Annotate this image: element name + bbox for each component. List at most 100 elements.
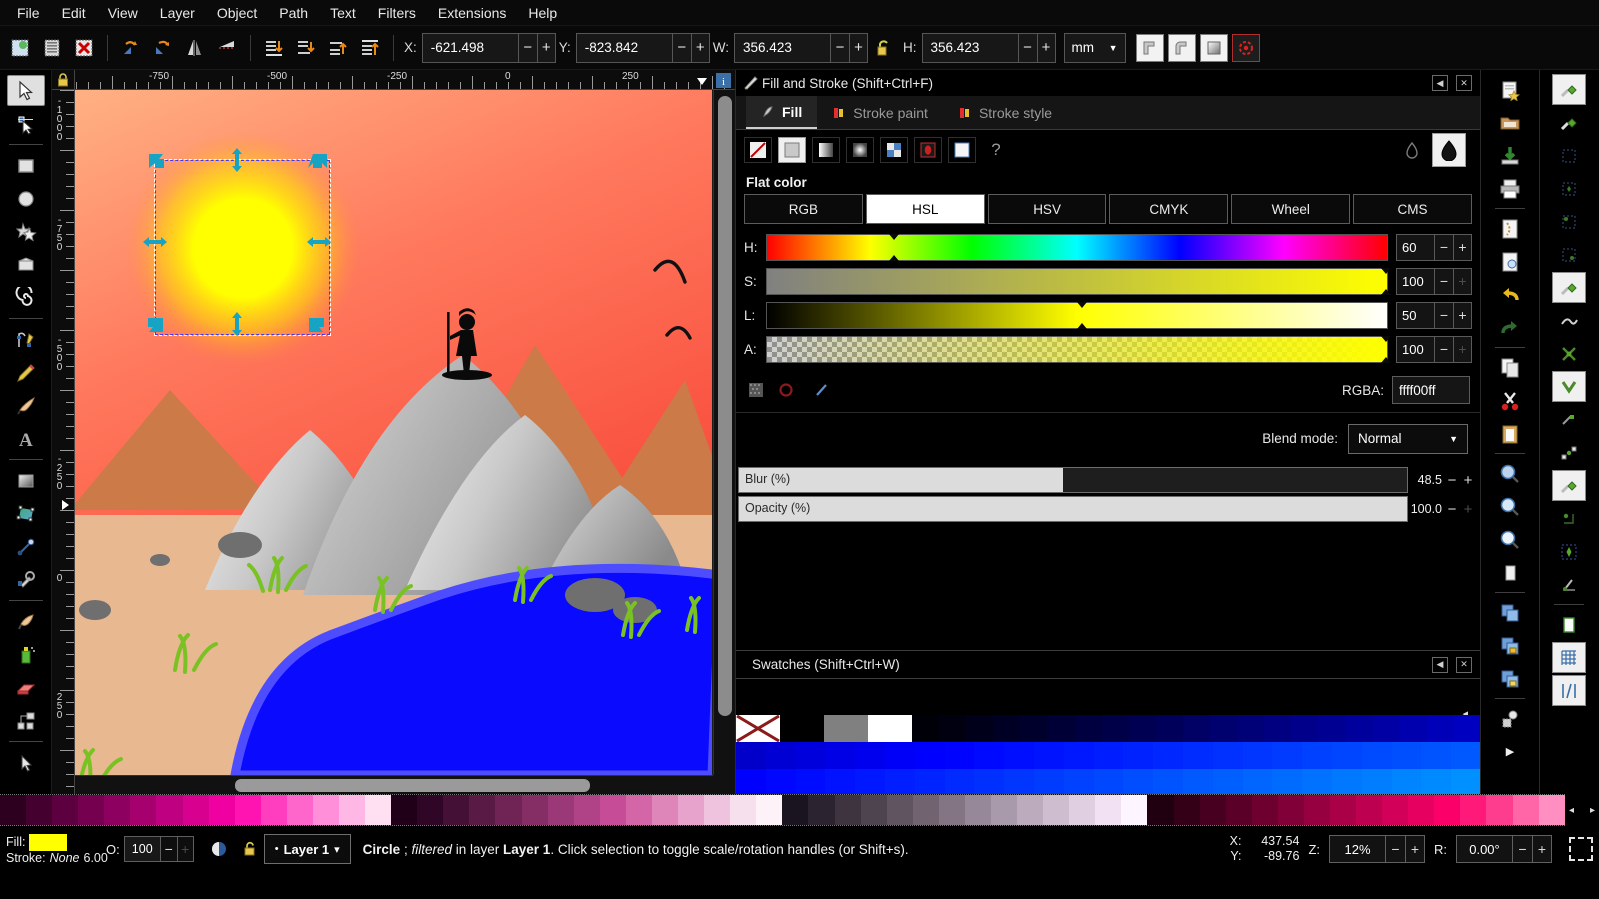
swatch-cell[interactable] bbox=[884, 742, 915, 769]
swatch-cell[interactable] bbox=[1153, 769, 1183, 794]
enable-snapping-toggle[interactable] bbox=[1552, 74, 1586, 105]
palette-color-swatch[interactable] bbox=[521, 795, 548, 825]
palette-color-swatch[interactable] bbox=[130, 795, 157, 825]
lower-to-bottom-icon[interactable] bbox=[260, 34, 288, 62]
ellipse-tool[interactable] bbox=[7, 183, 45, 214]
pick-color-icon[interactable] bbox=[812, 377, 832, 403]
snap-guide-toggle[interactable] bbox=[1552, 675, 1586, 706]
hue-increment-button[interactable]: + bbox=[1453, 233, 1472, 261]
snap-path-intersection-icon[interactable] bbox=[1552, 338, 1586, 369]
y-increment-button[interactable]: + bbox=[690, 32, 710, 63]
palette-scroll-right-icon[interactable]: ▸ bbox=[1590, 805, 1595, 816]
zoom-drawing-icon[interactable] bbox=[1493, 458, 1527, 489]
tab-fill[interactable]: Fill bbox=[746, 96, 818, 129]
swatch-cell[interactable] bbox=[1345, 715, 1373, 742]
menu-file[interactable]: File bbox=[6, 2, 51, 24]
palette-color-swatch[interactable] bbox=[1356, 795, 1383, 825]
opacity-input[interactable]: 100 bbox=[123, 836, 160, 862]
swatch-cell[interactable] bbox=[993, 715, 1021, 742]
cut-icon[interactable] bbox=[1493, 385, 1527, 416]
zoom-page-icon[interactable] bbox=[1493, 524, 1527, 555]
selection-handles[interactable] bbox=[135, 140, 355, 360]
canvas-horizontal-scrollbar[interactable] bbox=[75, 775, 735, 794]
save-document-icon[interactable] bbox=[1493, 140, 1527, 171]
vertical-ruler[interactable]: -1000 -750 -500 -250 0 250 bbox=[52, 90, 75, 794]
color-mode-cmyk[interactable]: CMYK bbox=[1109, 194, 1229, 224]
palette-color-swatch[interactable] bbox=[756, 795, 783, 825]
snap-grid-toggle[interactable] bbox=[1552, 642, 1586, 673]
swatch-cell[interactable] bbox=[966, 715, 994, 742]
zoom-spinner[interactable]: 12% − + bbox=[1329, 835, 1425, 863]
node-tool[interactable] bbox=[7, 108, 45, 139]
canvas-vertical-scrollbar[interactable] bbox=[713, 90, 735, 775]
swatch-cell[interactable] bbox=[765, 742, 796, 769]
swatch-cell[interactable] bbox=[974, 769, 1005, 794]
swatch-cell[interactable] bbox=[1123, 742, 1154, 769]
w-increment-button[interactable]: + bbox=[849, 32, 869, 63]
palette-color-swatch[interactable] bbox=[182, 795, 209, 825]
palette-color-swatch[interactable] bbox=[0, 795, 27, 825]
duplicate-icon[interactable] bbox=[1493, 597, 1527, 628]
swatch-cell[interactable] bbox=[1237, 715, 1265, 742]
lower-icon[interactable] bbox=[292, 34, 320, 62]
swatch-cell[interactable] bbox=[1047, 715, 1075, 742]
ruler-lock-icon[interactable] bbox=[52, 70, 75, 90]
ungroup-icon[interactable] bbox=[1493, 663, 1527, 694]
swatch-cell[interactable] bbox=[780, 715, 824, 742]
palette-color-swatch[interactable] bbox=[1512, 795, 1539, 825]
palette-color-swatch[interactable] bbox=[312, 795, 340, 825]
alpha-slider[interactable] bbox=[766, 335, 1391, 363]
blur-value[interactable]: 48.5 bbox=[1408, 473, 1444, 487]
x-decrement-button[interactable]: − bbox=[517, 32, 537, 63]
palette-color-swatch[interactable] bbox=[547, 795, 574, 825]
palette-color-swatch[interactable] bbox=[1069, 795, 1096, 825]
swatch-cell[interactable] bbox=[974, 742, 1005, 769]
palette-color-swatch[interactable] bbox=[156, 795, 183, 825]
layer-lock-icon[interactable] bbox=[242, 840, 258, 858]
hue-value[interactable]: 60 bbox=[1396, 233, 1434, 261]
redo-icon[interactable] bbox=[1493, 312, 1527, 343]
palette-color-swatch[interactable] bbox=[860, 795, 887, 825]
swatch-cell[interactable] bbox=[1391, 769, 1422, 794]
artwork-canvas[interactable] bbox=[75, 90, 712, 775]
star-tool[interactable] bbox=[7, 216, 45, 247]
palette-color-swatch[interactable] bbox=[1017, 795, 1044, 825]
snap-bbox-center-icon[interactable] bbox=[1552, 206, 1586, 237]
rotate-ccw-90-icon[interactable] bbox=[117, 34, 145, 62]
palette-color-swatch[interactable] bbox=[495, 795, 522, 825]
linear-gradient-button[interactable] bbox=[812, 137, 840, 163]
affect-rounded-corners-button[interactable] bbox=[1167, 33, 1196, 62]
swatch-cell[interactable] bbox=[1093, 769, 1124, 794]
snap-line-midpoint-icon[interactable] bbox=[1552, 437, 1586, 468]
swatch-cell[interactable] bbox=[1182, 715, 1211, 742]
h-spinner[interactable]: 356.423 − + bbox=[921, 32, 1056, 63]
layer-visibility-icon[interactable] bbox=[210, 840, 228, 858]
palette-color-swatch[interactable] bbox=[599, 795, 626, 825]
snap-path-icon[interactable] bbox=[1552, 305, 1586, 336]
y-decrement-button[interactable]: − bbox=[671, 32, 691, 63]
palette-color-swatch[interactable] bbox=[912, 795, 939, 825]
swatch-cell[interactable] bbox=[884, 769, 915, 794]
lightness-slider[interactable] bbox=[766, 301, 1388, 329]
palette-color-swatch[interactable] bbox=[260, 795, 287, 825]
import-icon[interactable] bbox=[1493, 213, 1527, 244]
swatch-cell[interactable] bbox=[1033, 769, 1064, 794]
swatch-cell[interactable] bbox=[1033, 742, 1064, 769]
open-document-icon[interactable] bbox=[1493, 107, 1527, 138]
fill-color-swatch[interactable] bbox=[29, 833, 68, 851]
menu-layer[interactable]: Layer bbox=[149, 2, 206, 24]
palette-color-swatch[interactable] bbox=[678, 795, 705, 825]
h-increment-button[interactable]: + bbox=[1036, 32, 1056, 63]
swatch-cell[interactable] bbox=[1101, 715, 1129, 742]
snap-page-border-icon[interactable] bbox=[1552, 609, 1586, 640]
snap-bbox-midpoint-icon[interactable] bbox=[1552, 536, 1586, 567]
x-increment-button[interactable]: + bbox=[536, 32, 556, 63]
opacity-decrement-button[interactable]: − bbox=[1444, 501, 1460, 518]
close-icon[interactable]: ✕ bbox=[1456, 656, 1472, 673]
undo-icon[interactable] bbox=[1493, 279, 1527, 310]
layer-selector[interactable]: • Layer 1 ▾ bbox=[263, 834, 351, 864]
deselect-icon[interactable] bbox=[70, 34, 98, 62]
palette-color-swatch[interactable] bbox=[365, 795, 392, 825]
swatch-button[interactable] bbox=[914, 137, 942, 163]
vertical-scroll-thumb[interactable] bbox=[718, 96, 732, 716]
